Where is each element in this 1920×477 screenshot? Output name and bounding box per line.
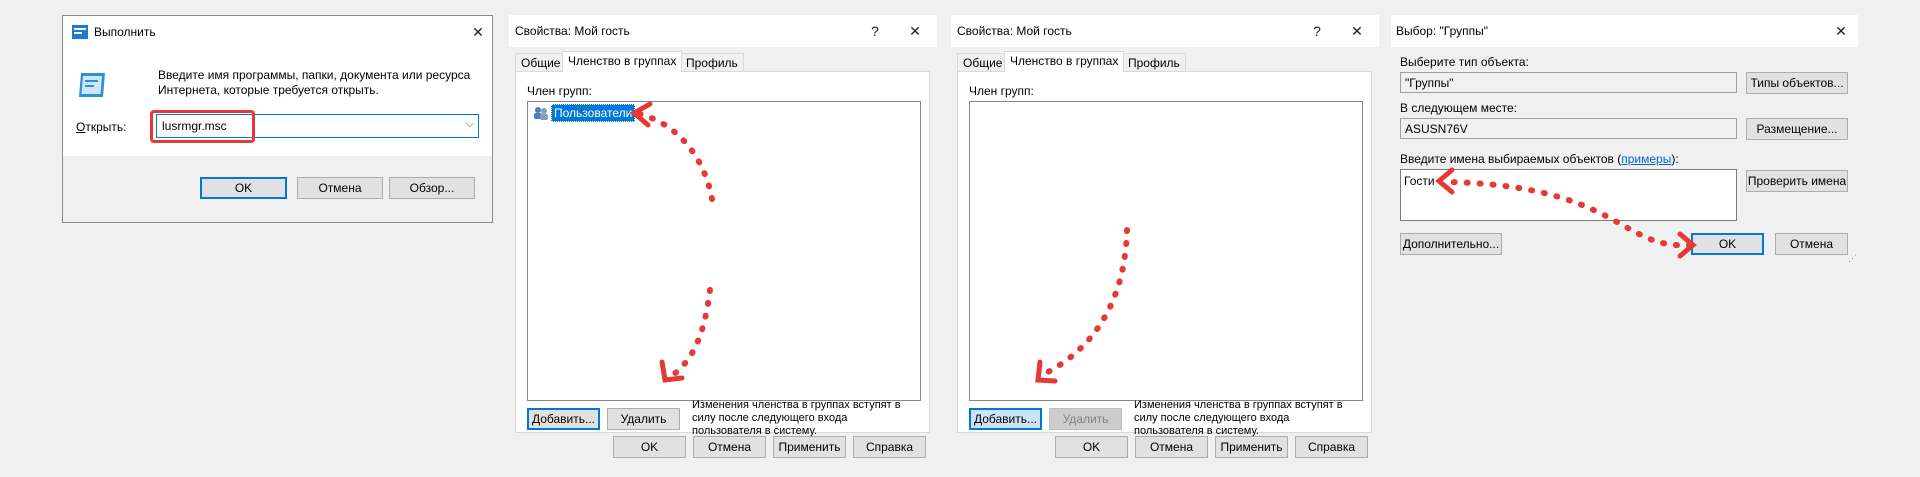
close-icon[interactable]: ✕	[905, 21, 925, 41]
props2-cancel-button[interactable]: Отмена	[1135, 436, 1208, 458]
run-body	[63, 48, 492, 156]
membership-note: Изменения членства в группах вступят в с…	[1134, 399, 1343, 437]
props2-apply-button[interactable]: Применить	[1215, 436, 1288, 458]
run-description: Введите имя программы, папки, документа …	[158, 68, 471, 97]
add-button[interactable]: Добавить...	[527, 408, 600, 430]
object-names-label-text: Введите имена выбираемых объектов (	[1400, 152, 1622, 166]
props1-help-button[interactable]: Справка	[853, 436, 926, 458]
location-button[interactable]: Размещение...	[1746, 118, 1848, 140]
highlight-open-input	[150, 110, 255, 143]
list-item[interactable]: Пользователи	[533, 104, 636, 122]
resize-grip-icon[interactable]: ⋰	[1848, 253, 1857, 264]
props2-title: Свойства: Мой гость	[957, 24, 1072, 38]
object-names-label-end: ):	[1671, 152, 1679, 166]
select-titlebar: Выбор: "Группы" ✕	[1391, 15, 1858, 47]
props1-titlebar: Свойства: Мой гость ? ✕	[509, 15, 937, 47]
remove-button[interactable]: Удалить	[607, 408, 680, 430]
tab-membership[interactable]: Членство в группах	[562, 51, 683, 72]
run-browse-button[interactable]: Обзор...	[389, 177, 475, 199]
location-field: ASUSN76V	[1400, 118, 1737, 139]
membership-note: Изменения членства в группах вступят в с…	[692, 399, 901, 437]
chevron-down-icon[interactable]: ⌵	[466, 118, 474, 131]
close-icon[interactable]: ✕	[468, 22, 488, 42]
close-icon[interactable]: ✕	[1831, 21, 1851, 41]
run-cancel-button[interactable]: Отмена	[297, 177, 383, 199]
props1-tabs: Общие Членство в группах Профиль	[515, 51, 935, 72]
select-title: Выбор: "Группы"	[1396, 24, 1489, 38]
help-icon[interactable]: ?	[1307, 21, 1327, 41]
open-label: Открыть:	[76, 120, 127, 134]
location-label: В следующем месте:	[1400, 101, 1518, 115]
props2-tabs: Общие Членство в группах Профиль	[957, 51, 1377, 72]
group-icon	[533, 106, 549, 120]
close-icon[interactable]: ✕	[1347, 21, 1367, 41]
object-type-label: Выберите тип объекта:	[1400, 55, 1529, 69]
tab-general[interactable]: Общие	[515, 53, 567, 71]
props1-cancel-button[interactable]: Отмена	[693, 436, 766, 458]
object-type-field: "Группы"	[1400, 72, 1737, 93]
props2-help-button[interactable]: Справка	[1295, 436, 1368, 458]
tab-membership[interactable]: Членство в группах	[1004, 51, 1125, 72]
tab-profile[interactable]: Профиль	[680, 53, 744, 71]
object-types-button[interactable]: Типы объектов...	[1746, 72, 1848, 94]
run-ok-button[interactable]: OK	[200, 177, 287, 199]
props1-apply-button[interactable]: Применить	[773, 436, 846, 458]
run-dialog: Выполнить ✕ Введите имя программы, папки…	[62, 15, 493, 223]
help-icon[interactable]: ?	[865, 21, 885, 41]
examples-link[interactable]: примеры	[1621, 152, 1671, 166]
select-cancel-button[interactable]: Отмена	[1775, 233, 1848, 255]
select-groups-dialog: Выбор: "Группы" ✕ Выберите тип объекта: …	[1391, 15, 1858, 265]
object-names-label: Введите имена выбираемых объектов (приме…	[1400, 152, 1679, 166]
check-names-button[interactable]: Проверить имена	[1746, 170, 1848, 192]
remove-button[interactable]: Удалить	[1049, 408, 1122, 430]
props2-ok-button[interactable]: OK	[1055, 436, 1128, 458]
tab-profile[interactable]: Профиль	[1122, 53, 1186, 71]
run-titlebar: Выполнить ✕	[63, 16, 492, 48]
props2-titlebar: Свойства: Мой гость ? ✕	[951, 15, 1379, 47]
member-of-label: Член групп:	[527, 84, 592, 98]
run-title: Выполнить	[94, 25, 156, 39]
select-ok-button[interactable]: OK	[1691, 233, 1764, 255]
member-of-label: Член групп:	[969, 84, 1034, 98]
properties-dialog-after-remove: Свойства: Мой гость ? ✕ Общие Членство в…	[951, 15, 1379, 467]
advanced-button[interactable]: Дополнительно...	[1400, 233, 1502, 255]
groups-listbox[interactable]	[969, 101, 1363, 401]
properties-dialog-membership: Свойства: Мой гость ? ✕ Общие Членство в…	[509, 15, 937, 467]
tab-general[interactable]: Общие	[957, 53, 1009, 71]
run-app-icon	[72, 25, 88, 42]
groups-listbox[interactable]: Пользователи	[527, 101, 921, 401]
object-names-input[interactable]: Гости	[1400, 169, 1737, 221]
props1-title: Свойства: Мой гость	[515, 24, 630, 38]
add-button[interactable]: Добавить...	[969, 408, 1042, 430]
object-names-value: Гости	[1404, 174, 1435, 188]
run-program-icon	[77, 71, 107, 102]
props1-ok-button[interactable]: OK	[613, 436, 686, 458]
group-name: Пользователи	[551, 104, 636, 122]
